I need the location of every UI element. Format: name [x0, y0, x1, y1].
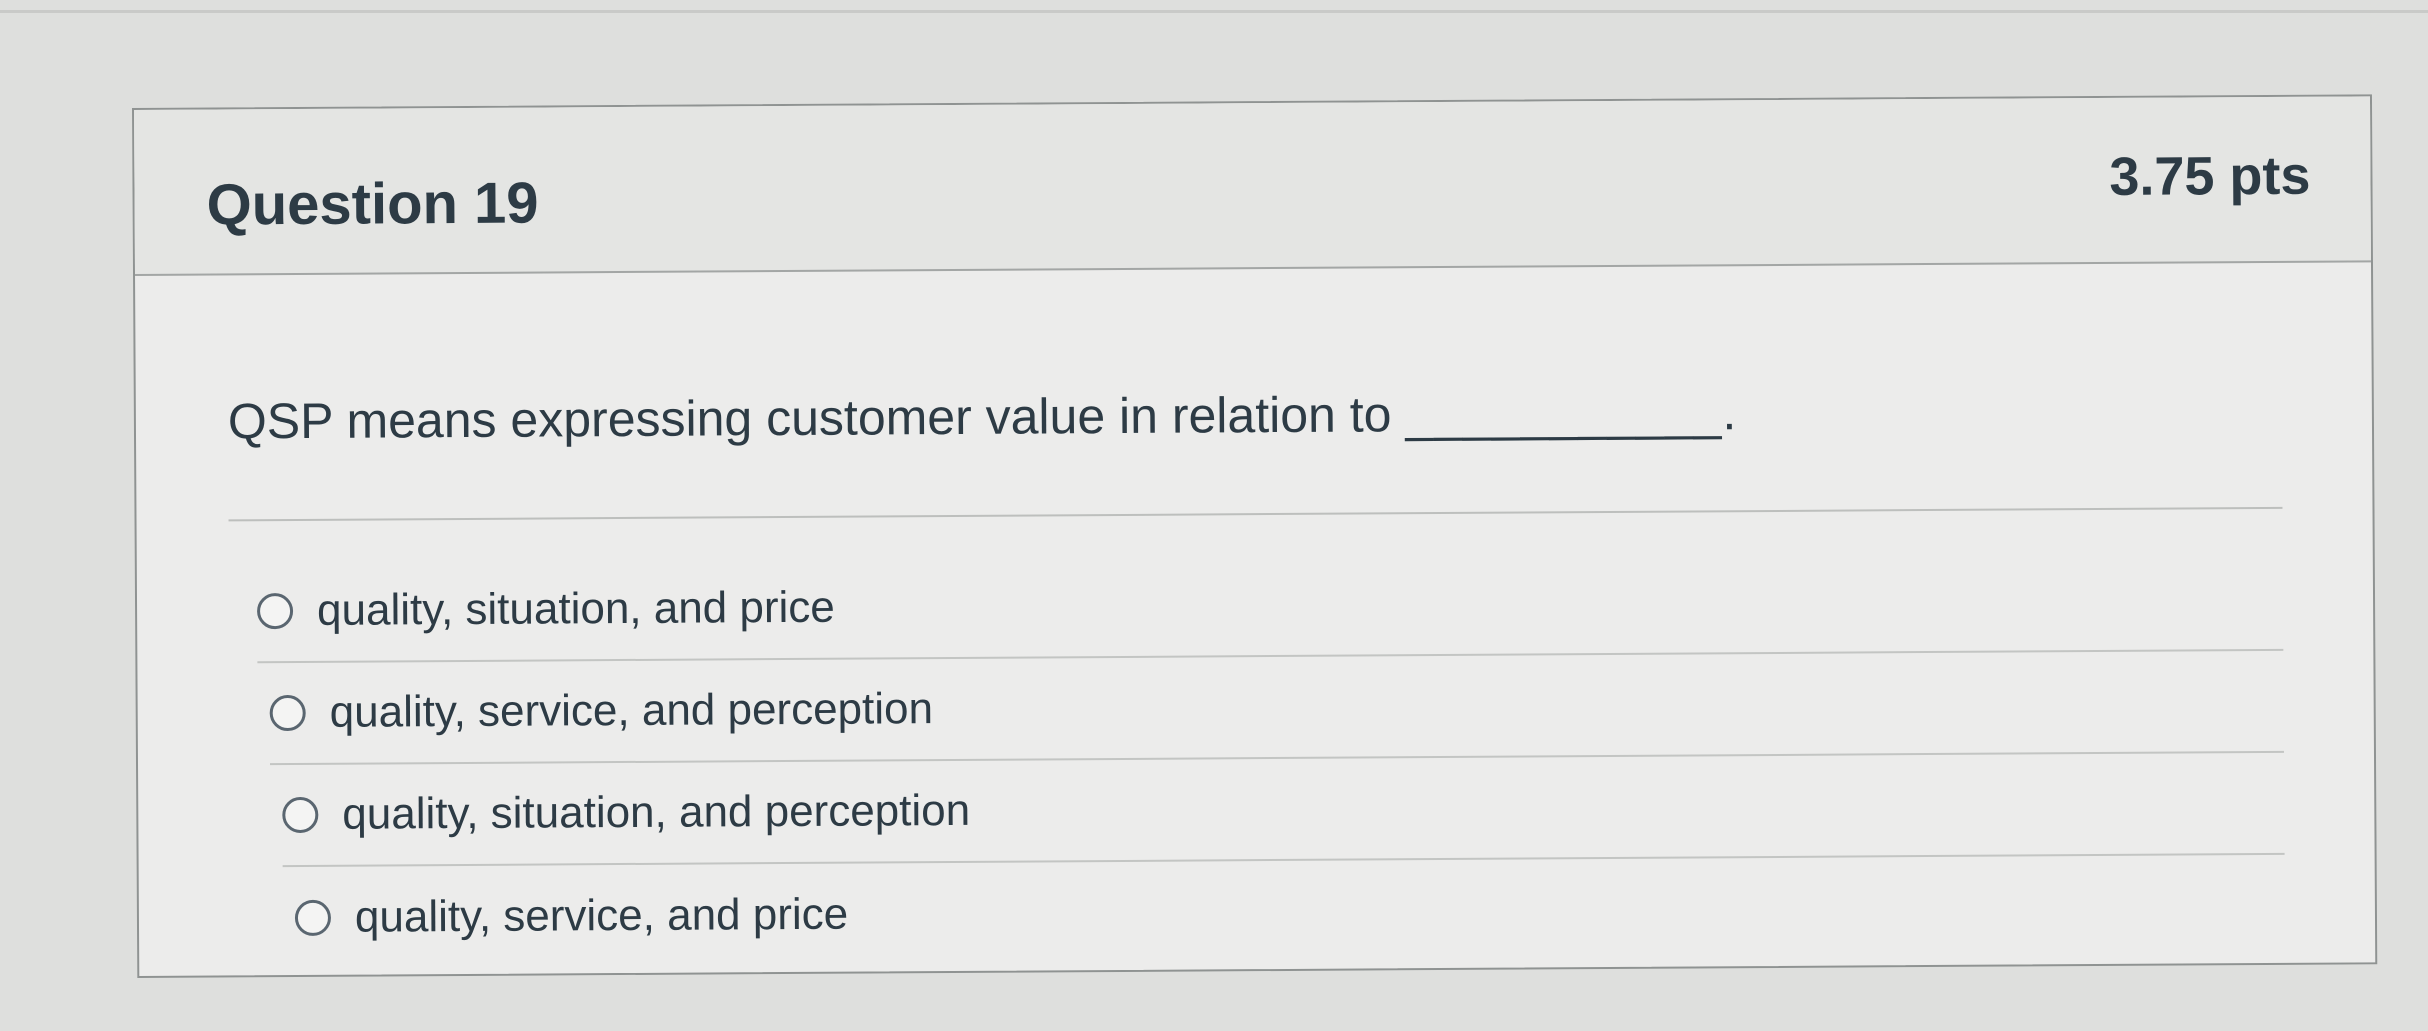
question-body: QSP means expressing customer value in r…: [135, 262, 2375, 970]
answer-label: quality, situation, and price: [316, 582, 835, 635]
question-title: Question 19: [206, 170, 539, 238]
answer-option[interactable]: quality, service, and perception: [269, 650, 2284, 766]
answer-option[interactable]: quality, service, and price: [294, 855, 2286, 969]
question-prompt: QSP means expressing customer value in r…: [227, 386, 1392, 450]
answer-label: quality, service, and price: [354, 889, 849, 942]
page-top-divider: [0, 10, 2428, 13]
answer-label: quality, situation, and perception: [342, 785, 971, 839]
radio-button[interactable]: [269, 694, 306, 732]
question-points: 3.75 pts: [2109, 145, 2311, 207]
answer-list: quality, situation, and price quality, s…: [229, 548, 2286, 970]
question-text: QSP means expressing customer value in r…: [227, 263, 2282, 452]
radio-button[interactable]: [282, 796, 319, 834]
radio-button[interactable]: [294, 899, 332, 937]
question-header: Question 19 3.75 pts: [134, 96, 2371, 276]
answer-option[interactable]: quality, situation, and perception: [282, 752, 2285, 868]
question-separator: [228, 506, 2283, 522]
answer-label: quality, service, and perception: [329, 684, 934, 737]
question-blank: ___________.: [1405, 384, 1738, 443]
answer-option[interactable]: quality, situation, and price: [256, 548, 2284, 664]
radio-button[interactable]: [256, 593, 294, 630]
question-card: Question 19 3.75 pts QSP means expressin…: [132, 94, 2378, 978]
